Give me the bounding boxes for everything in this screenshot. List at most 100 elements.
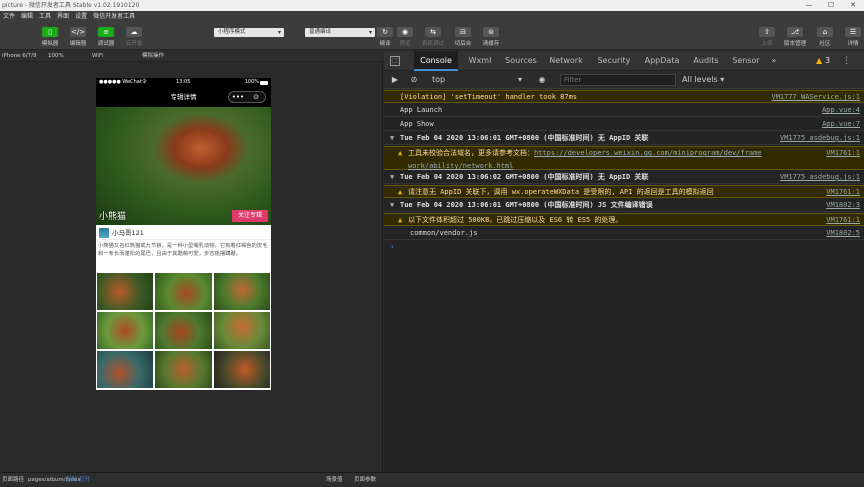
console-filter-bar: ▶ ⊘ top ◉ All levels ▾	[384, 71, 864, 89]
photo-thumbnail[interactable]	[213, 312, 270, 349]
code-icon: </>	[70, 27, 86, 37]
tab-sensor[interactable]: Sensor	[726, 51, 766, 71]
inspect-icon[interactable]: ⬚	[390, 56, 400, 66]
details-button[interactable]: ☰ 详情	[838, 25, 864, 47]
console-message[interactable]: ▲ 请注意无 AppID 关联下，调用 wx.operateWXData 是受限的…	[384, 185, 864, 198]
console-message[interactable]: ▼ Tue Feb 04 2020 13:06:01 GMT+0800 (中国标准…	[384, 132, 864, 145]
live-expression-eye-icon[interactable]: ◉	[536, 74, 548, 86]
avatar	[99, 228, 109, 238]
album-description: 小熊猫又名红熊猫或九节狼，是一种小型哺乳动物，它有着红褐色的皮毛和一条长而蓬松的…	[98, 243, 268, 257]
console-message-text: App Launch	[400, 106, 443, 114]
network-select[interactable]: WiFi	[92, 51, 103, 62]
source-link[interactable]: App.vue:4	[822, 104, 860, 117]
minimize-button[interactable]: —	[798, 0, 820, 11]
menu-settings[interactable]: 设置	[75, 11, 87, 22]
menu-tools[interactable]: 工具	[39, 11, 51, 22]
console-message[interactable]: ▼ Tue Feb 04 2020 13:06:01 GMT+0800 (中国标准…	[384, 199, 864, 212]
expand-group-icon[interactable]: ▼	[390, 171, 394, 184]
community-button[interactable]: ⌂ 社区	[810, 25, 840, 47]
window-title: picture - 微信开发者工具 Stable v1.02.1910120	[2, 2, 140, 9]
carrier-label: ●●●●● WeChat令	[99, 79, 147, 85]
debug-icon: ≡	[98, 27, 114, 37]
close-mini-icon[interactable]: ⊙	[247, 92, 265, 102]
zoom-select[interactable]: 100%	[48, 51, 64, 62]
source-link[interactable]: VM1777 WAService.js:1	[771, 91, 860, 104]
cloud-dev-button[interactable]: ☁ 云开发	[119, 25, 149, 47]
console-message-text: [Violation] 'setTimeout' handler took 87…	[400, 93, 578, 101]
warning-count-icon[interactable]: ▲	[816, 51, 822, 71]
console-message[interactable]: common/vendor.js VM1802:5	[384, 227, 864, 240]
photo-thumbnail[interactable]	[213, 273, 270, 310]
doc-link[interactable]: https://developers.weixin.qq.com/minipro…	[534, 149, 762, 157]
tab-sources[interactable]: Sources	[500, 51, 542, 71]
device-select[interactable]: iPhone 6/7/8	[2, 51, 37, 62]
photo-thumbnail[interactable]	[155, 273, 212, 310]
menu-edit[interactable]: 编辑	[21, 11, 33, 22]
console-message[interactable]: ▼ Tue Feb 04 2020 13:06:02 GMT+0800 (中国标准…	[384, 171, 864, 184]
tab-security[interactable]: Security	[592, 51, 636, 71]
status-bottom-bar: 页面路径 pages/album/index 复制 打开 场景值 页面参数	[0, 472, 864, 486]
photo-thumbnail[interactable]	[155, 312, 212, 349]
background-button[interactable]: ⊟ 切后台	[448, 25, 478, 47]
log-levels-select[interactable]: All levels ▾	[682, 74, 724, 86]
source-link[interactable]: VM1761:1	[826, 147, 860, 160]
real-device-debug-button[interactable]: ⇆ 真机调试	[418, 25, 448, 47]
expand-group-icon[interactable]: ▼	[390, 132, 394, 145]
context-select[interactable]: top	[432, 74, 522, 86]
mode-select[interactable]: 小程序模式	[214, 28, 284, 37]
close-button[interactable]: ✕	[842, 0, 864, 11]
console-message[interactable]: ▲ 以下文件体积超过 500KB，已跳过压缩以及 ES6 转 ES5 的处理。 VM…	[384, 213, 864, 226]
compile-mode-select[interactable]: 普通编译	[305, 28, 375, 37]
console-filter-input[interactable]	[560, 74, 676, 86]
phone-screen: ●●●●● WeChat令 13:05 100% 专辑详情 ••• ⊙ 小熊猫 …	[96, 78, 271, 390]
battery-label: 100%	[244, 79, 259, 85]
sidebar-toggle-icon[interactable]: ▶	[389, 74, 401, 86]
photo-thumbnail[interactable]	[155, 351, 212, 388]
tab-network[interactable]: Network	[544, 51, 588, 71]
tab-console[interactable]: Console	[414, 51, 458, 71]
tab-wxml[interactable]: Wxml	[460, 51, 500, 71]
editor-toggle-button[interactable]: </> 编辑器	[63, 25, 93, 47]
source-link[interactable]: VM1775 asdebug.js:1	[780, 171, 860, 184]
scene-value-button[interactable]: 场景值	[326, 473, 343, 487]
console-prompt-icon[interactable]: ›	[390, 242, 395, 251]
expand-group-icon[interactable]: ▼	[390, 199, 394, 212]
photo-thumbnail[interactable]	[97, 273, 154, 310]
photo-thumbnail[interactable]	[97, 312, 154, 349]
copy-path-link[interactable]: 复制	[66, 473, 77, 487]
menu-file[interactable]: 文件	[3, 11, 15, 22]
console-message[interactable]: App Show App.vue:7	[384, 118, 864, 131]
clear-cache-button[interactable]: ⊜ 清缓存	[476, 25, 506, 47]
simulator-toggle-button[interactable]: ▯ 模拟器	[35, 25, 65, 47]
page-params-button[interactable]: 页面参数	[354, 473, 376, 487]
source-link[interactable]: VM1775 asdebug.js:1	[780, 132, 860, 145]
source-link[interactable]: VM1761:1	[826, 186, 860, 199]
open-path-link[interactable]: 打开	[79, 473, 90, 487]
console-message[interactable]: ▲ 工具未校验合法域名，更多请参考文档：https://developers.we…	[384, 146, 864, 170]
devtools-menu-icon[interactable]: ⋮	[842, 51, 851, 71]
maximize-button[interactable]: ☐	[820, 0, 842, 11]
simulate-action-select[interactable]: 模拟操作	[142, 51, 164, 62]
debugger-toggle-button[interactable]: ≡ 调试器	[91, 25, 121, 47]
version-management-button[interactable]: ⎇ 版本管理	[780, 25, 810, 47]
author-row[interactable]: 小马哥121	[96, 226, 271, 240]
menu-devtools[interactable]: 微信开发者工具	[93, 11, 135, 22]
more-icon[interactable]: •••	[229, 92, 247, 102]
follow-album-button[interactable]: 关注专辑	[232, 210, 268, 222]
menu-bar: 文件 编辑 工具 界面 设置 微信开发者工具	[0, 11, 864, 22]
console-message[interactable]: [Violation] 'setTimeout' handler took 87…	[384, 90, 864, 103]
photo-thumbnail[interactable]	[97, 351, 154, 388]
console-message[interactable]: App Launch App.vue:4	[384, 104, 864, 117]
tab-audits[interactable]: Audits	[686, 51, 726, 71]
more-tabs-button[interactable]: »	[766, 51, 782, 71]
source-link[interactable]: VM1761:1	[826, 214, 860, 227]
upload-button[interactable]: ⇧ 上传	[752, 25, 782, 47]
photo-thumbnail[interactable]	[213, 351, 270, 388]
preview-button[interactable]: ◉ 预览	[390, 25, 420, 47]
source-link[interactable]: App.vue:7	[822, 118, 860, 131]
source-link[interactable]: VM1802:5	[826, 227, 860, 240]
menu-view[interactable]: 界面	[57, 11, 69, 22]
source-link[interactable]: VM1802:3	[826, 199, 860, 212]
tab-appdata[interactable]: AppData	[640, 51, 684, 71]
clear-console-icon[interactable]: ⊘	[408, 74, 420, 86]
